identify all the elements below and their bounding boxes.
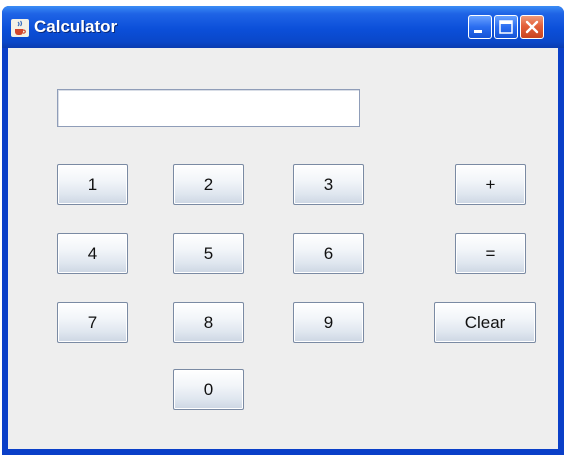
key-8-button[interactable]: 8	[173, 302, 244, 343]
key-3-button[interactable]: 3	[293, 164, 364, 205]
plus-button[interactable]: +	[455, 164, 526, 205]
title-bar[interactable]: Calculator	[2, 6, 564, 48]
key-0-button[interactable]: 0	[173, 369, 244, 410]
key-1-button[interactable]: 1	[57, 164, 128, 205]
minimize-button[interactable]	[468, 15, 492, 39]
maximize-icon	[499, 20, 513, 34]
key-9-button[interactable]: 9	[293, 302, 364, 343]
calculator-window: Calculator 1 2 3 + 4 5 6 = 7 8 9 Clear 0	[2, 6, 564, 455]
display-field[interactable]	[57, 89, 360, 127]
clear-button[interactable]: Clear	[434, 302, 536, 343]
maximize-button[interactable]	[494, 15, 518, 39]
close-button[interactable]	[520, 15, 544, 39]
key-5-button[interactable]: 5	[173, 233, 244, 274]
key-7-button[interactable]: 7	[57, 302, 128, 343]
close-icon	[525, 20, 539, 34]
minimize-icon	[474, 30, 482, 33]
java-cup-icon	[11, 19, 29, 37]
calculator-panel: 1 2 3 + 4 5 6 = 7 8 9 Clear 0	[8, 48, 558, 449]
key-6-button[interactable]: 6	[293, 233, 364, 274]
window-title: Calculator	[34, 17, 118, 36]
key-4-button[interactable]: 4	[57, 233, 128, 274]
equals-button[interactable]: =	[455, 233, 526, 274]
key-2-button[interactable]: 2	[173, 164, 244, 205]
